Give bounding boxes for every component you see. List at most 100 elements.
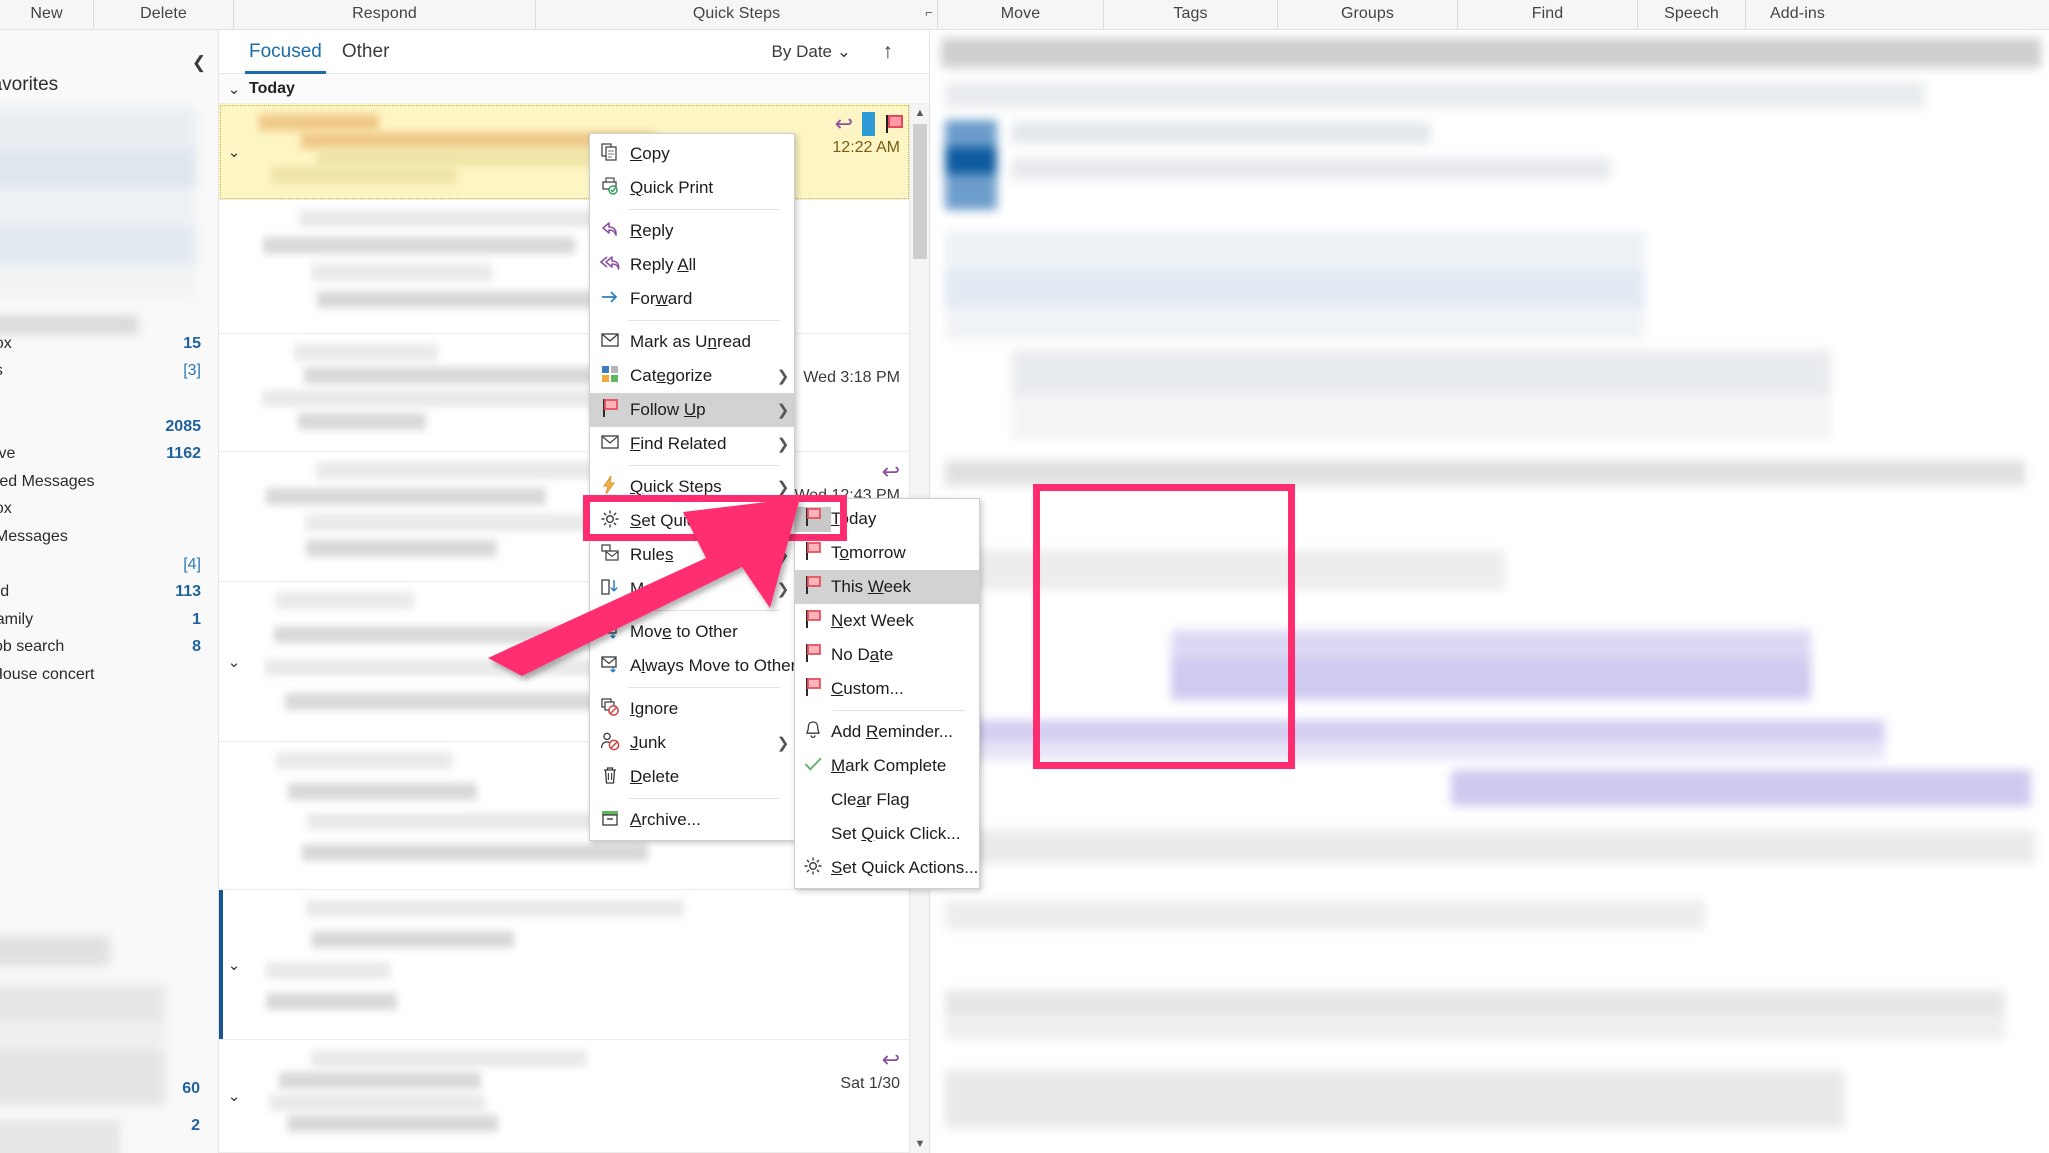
context-menu-item-forward[interactable]: Forward [590, 282, 794, 316]
follow-up-submenu[interactable]: Today Tomorrow This Week Next Week No Date Cu… [794, 498, 980, 889]
follow-up-item-this-week[interactable]: This Week [795, 570, 979, 604]
folder-row-search[interactable]: h 2085 [0, 413, 218, 441]
folder-row-junk-email[interactable]: box [0, 496, 218, 524]
context-menu-item-label: Reply [630, 221, 674, 240]
folder-name: Job search [0, 638, 65, 656]
folder-row-drafts[interactable]: fts [3] [0, 358, 218, 386]
conversation-expand-chevron-down-icon[interactable]: ⌄ [219, 1040, 249, 1152]
folder-row-archive[interactable]: hive 1162 [0, 440, 218, 468]
folder-row-sent-messages[interactable]: t Messages [0, 523, 218, 551]
context-menu-item-follow-up[interactable]: Follow Up ❯ [590, 393, 794, 427]
context-menu-item-reply[interactable]: Reply [590, 214, 794, 248]
submenu-chevron-right-icon: ❯ [776, 402, 790, 419]
redacted-subject-line [945, 82, 1925, 108]
follow-up-item-custom[interactable]: Custom... [795, 672, 979, 706]
folder-name: t Messages [0, 527, 68, 545]
folder-row-starred[interactable]: red 113 [0, 578, 218, 606]
folder-row-job-search[interactable]: Job search 8 [0, 634, 218, 662]
redacted-message-text-line [265, 659, 610, 676]
context-menu[interactable]: Copy Quick Print Reply Reply All Forward Mark… [589, 133, 796, 841]
icon-slot [590, 398, 630, 423]
tab-other[interactable]: Other [332, 30, 400, 74]
follow-up-item-set-quick-actions[interactable]: Set Quick Actions... [795, 851, 979, 885]
redacted-folder-rows-3 [0, 1120, 120, 1153]
follow-up-item-add-reminder[interactable]: Add Reminder... [795, 715, 979, 749]
context-menu-item-archive[interactable]: Archive... [590, 803, 794, 837]
context-menu-item-find-related[interactable]: Find Related ❯ [590, 427, 794, 461]
message-meta: ↩ 12:22 AM [832, 112, 903, 157]
context-menu-item-reply-all[interactable]: Reply All [590, 248, 794, 282]
folder-row-in-house-concert[interactable]: -House concert [0, 661, 218, 689]
context-menu-item-always-move-to-other[interactable]: Always Move to Other [590, 649, 796, 683]
ribbon-group-label: Move [1000, 5, 1041, 22]
context-menu-item-copy[interactable]: Copy [590, 137, 794, 171]
collapse-sidebar-icon[interactable]: ❮ [188, 52, 210, 74]
context-menu-item-label: Move [630, 579, 672, 598]
tab-label: Focused [249, 40, 322, 62]
context-menu-item-junk[interactable]: Junk ❯ [590, 726, 794, 760]
ribbon-group-respond: Respond [234, 0, 536, 29]
icon-slot [590, 577, 630, 602]
context-menu-item-mark-as-unread[interactable]: Mark as Unread [590, 325, 794, 359]
tab-focused[interactable]: Focused [239, 30, 332, 74]
message-meta: Wed 3:18 PM [803, 342, 900, 387]
follow-up-item-no-date[interactable]: No Date [795, 638, 979, 672]
context-menu-item-categorize[interactable]: Categorize ❯ [590, 359, 794, 393]
dialog-launcher-icon[interactable]: ⌐ [925, 5, 933, 20]
folder-row-deleted-messages[interactable]: eted Messages [0, 468, 218, 496]
redacted-email-header [941, 38, 2041, 68]
folder-unread-count: 1162 [166, 445, 201, 463]
ribbon-group-move: Move [938, 0, 1104, 29]
follow-up-item-set-quick-click[interactable]: Set Quick Click... [795, 817, 979, 851]
follow-up-item-next-week[interactable]: Next Week [795, 604, 979, 638]
folder-name: hive [0, 445, 16, 463]
redacted-message-text-line [274, 625, 612, 643]
submenu-chevron-right-icon: ❯ [776, 479, 790, 496]
folder-row-sent[interactable]: t [0, 385, 218, 413]
context-menu-item-quick-steps[interactable]: Quick Steps ❯ [590, 470, 794, 504]
conversation-expand-chevron-down-icon[interactable]: ⌄ [219, 890, 249, 1039]
date-group-header-today[interactable]: ⌄ Today [219, 74, 929, 104]
scrollbar-thumb[interactable] [913, 124, 927, 259]
follow-up-item-mark-complete[interactable]: Mark Complete [795, 749, 979, 783]
folder-row-family[interactable]: Family 1 [0, 606, 218, 634]
message-list-item[interactable]: ⌄ ↩ Sat 1/30 [219, 1040, 910, 1153]
context-menu-item-move[interactable]: Move ❯ [590, 572, 794, 606]
context-menu-item-ignore[interactable]: Ignore [590, 692, 794, 726]
folder-row-inbox[interactable]: box 15 [0, 330, 218, 358]
sort-dropdown[interactable]: By Date ⌄ [772, 42, 851, 62]
reply-all-icon [599, 253, 620, 278]
follow-up-item-clear-flag[interactable]: Clear Flag [795, 783, 979, 817]
chevron-down-icon: ⌄ [836, 42, 851, 61]
redacted-avatar [945, 120, 997, 210]
icon-slot [795, 720, 831, 745]
message-timestamp: Wed 3:18 PM [803, 369, 900, 386]
icon-slot [795, 609, 831, 634]
folder-row-spam[interactable]: m [4] [0, 551, 218, 579]
envelope-icon [600, 330, 620, 355]
context-menu-item-delete[interactable]: Delete [590, 760, 794, 794]
sort-direction-arrow-up-icon[interactable]: ↑ [883, 40, 894, 64]
menu-separator [628, 209, 780, 210]
message-list-item[interactable] [219, 200, 910, 334]
message-list-item[interactable]: ⌄ ↩ 12:22 AM [219, 104, 910, 200]
context-menu-item-set-quick-actions[interactable]: Set Quick Actions... [590, 504, 794, 538]
context-menu-item-rules[interactable]: Rules ❯ [590, 538, 794, 572]
sidebar-bottom-count-2: 2 [191, 1117, 200, 1134]
follow-up-item-tomorrow[interactable]: Tomorrow [795, 536, 979, 570]
flag-icon[interactable] [884, 114, 903, 134]
outlook-window: New Delete Respond Quick Steps ⌐ Move Tags Grou… [0, 0, 2049, 1153]
context-menu-item-label: Quick Print [630, 178, 714, 197]
message-icons: ↩ [832, 112, 903, 136]
context-menu-item-quick-print[interactable]: Quick Print [590, 171, 794, 205]
redacted-sender-line [1011, 122, 1431, 144]
scroll-up-icon[interactable]: ▲ [910, 104, 929, 122]
context-menu-item-move-to-other[interactable]: Move to Other [590, 615, 794, 649]
flag-icon [803, 575, 823, 600]
conversation-expand-chevron-down-icon[interactable]: ⌄ [219, 104, 249, 199]
message-list-item[interactable]: Wed 3:18 PM [219, 334, 910, 452]
scroll-down-icon[interactable]: ▼ [910, 1135, 929, 1153]
message-list-item[interactable]: ⌄ [219, 890, 910, 1040]
follow-up-item-today[interactable]: Today [795, 502, 979, 536]
conversation-expand-chevron-down-icon[interactable]: ⌄ [219, 582, 249, 741]
